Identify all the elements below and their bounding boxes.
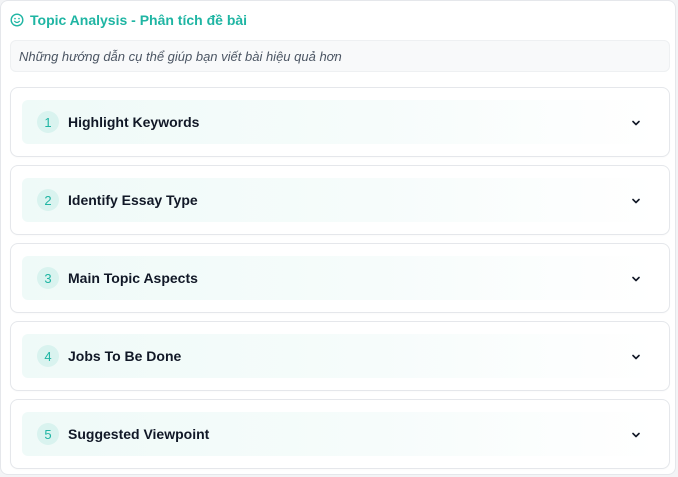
step-card-highlight-keywords: 1 Highlight Keywords	[10, 87, 670, 157]
page-title: Topic Analysis - Phân tích đề bài	[30, 12, 248, 28]
step-toggle-suggested-viewpoint[interactable]: 5 Suggested Viewpoint	[22, 412, 658, 456]
step-number-badge: 3	[37, 267, 59, 289]
step-title: Suggested Viewpoint	[68, 426, 210, 442]
step-card-identify-essay-type: 2 Identify Essay Type	[10, 165, 670, 235]
step-card-main-topic-aspects: 3 Main Topic Aspects	[10, 243, 670, 313]
step-title: Highlight Keywords	[68, 114, 200, 130]
step-title: Main Topic Aspects	[68, 270, 198, 286]
chevron-down-icon[interactable]	[630, 350, 642, 362]
steps-list: 1 Highlight Keywords 2 Identify Essay Ty…	[10, 87, 670, 477]
panel-header: Topic Analysis - Phân tích đề bài	[10, 11, 247, 29]
step-number-badge: 5	[37, 423, 59, 445]
hint-box: Những hướng dẫn cụ thể giúp bạn viết bài…	[10, 40, 670, 72]
step-card-jobs-to-be-done: 4 Jobs To Be Done	[10, 321, 670, 391]
chevron-down-icon[interactable]	[630, 116, 642, 128]
chevron-down-icon[interactable]	[630, 194, 642, 206]
chevron-down-icon[interactable]	[630, 272, 642, 284]
step-title: Jobs To Be Done	[68, 348, 182, 364]
step-card-suggested-viewpoint: 5 Suggested Viewpoint	[10, 399, 670, 469]
step-toggle-identify-essay-type[interactable]: 2 Identify Essay Type	[22, 178, 658, 222]
step-toggle-highlight-keywords[interactable]: 1 Highlight Keywords	[22, 100, 658, 144]
topic-analysis-panel: Topic Analysis - Phân tích đề bài Những …	[0, 0, 676, 475]
step-number-badge: 4	[37, 345, 59, 367]
step-toggle-jobs-to-be-done[interactable]: 4 Jobs To Be Done	[22, 334, 658, 378]
hint-text: Những hướng dẫn cụ thể giúp bạn viết bài…	[19, 48, 342, 64]
step-title: Identify Essay Type	[68, 192, 198, 208]
step-number-badge: 1	[37, 111, 59, 133]
step-number-badge: 2	[37, 189, 59, 211]
step-toggle-main-topic-aspects[interactable]: 3 Main Topic Aspects	[22, 256, 658, 300]
smile-icon	[10, 13, 24, 27]
chevron-down-icon[interactable]	[630, 428, 642, 440]
